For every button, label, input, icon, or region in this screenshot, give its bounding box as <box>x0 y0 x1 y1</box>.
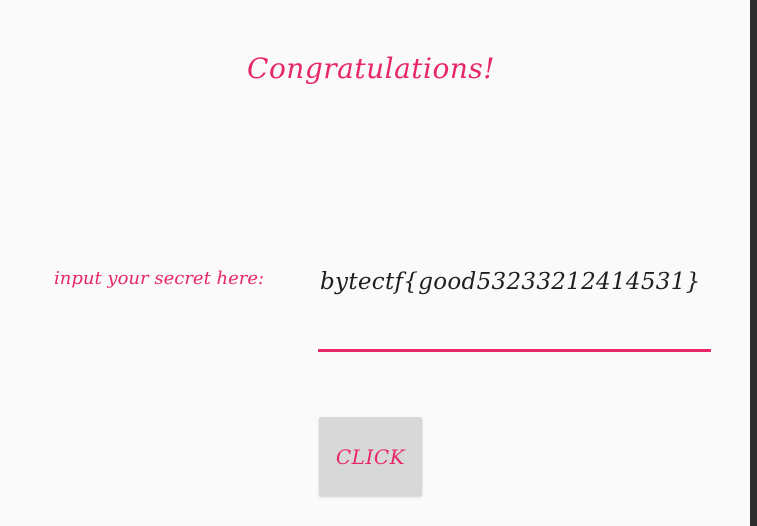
click-button[interactable]: CLICK <box>319 417 422 496</box>
window-edge <box>750 0 757 526</box>
secret-input-field[interactable]: bytectf{good53233212414531} <box>318 260 711 352</box>
secret-input-value[interactable]: bytectf{good53233212414531} <box>320 266 712 298</box>
app-screen: Congratulations! input your secret here:… <box>0 0 750 526</box>
click-button-label: CLICK <box>335 444 406 469</box>
secret-input-label: input your secret here: <box>54 268 265 289</box>
congratulations-heading: Congratulations! <box>247 52 495 85</box>
